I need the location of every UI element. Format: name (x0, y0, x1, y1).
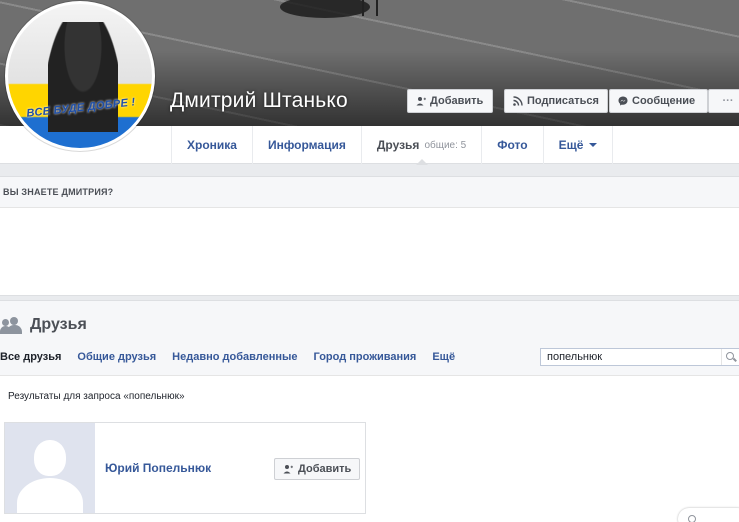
subscribe-label: Подписаться (527, 95, 599, 107)
more-button[interactable]: ··· (708, 89, 739, 113)
tab-photos-label: Фото (497, 138, 528, 152)
friend-name-link[interactable]: Юрий Попельнюк (105, 461, 211, 475)
tab-friends-label: Друзья (376, 138, 420, 152)
cover-figure (280, 0, 370, 18)
avatar-image: ВСЕ БУДЕ ДОБРЕ ! (8, 4, 152, 148)
search-results-caption: Результаты для запроса «попельнюк» (8, 391, 185, 402)
friends-heading: Друзья (0, 316, 87, 334)
tab-friends-mutual: общие: 5 (424, 139, 467, 151)
friends-filter-tabs: Все друзья Общие друзья Недавно добавлен… (0, 351, 471, 363)
know-section: ВЫ ЗНАЕТЕ ДМИТРИЯ? (0, 176, 739, 296)
message-label: Сообщение (632, 95, 696, 107)
filter-all-friends[interactable]: Все друзья (0, 351, 61, 363)
chevron-down-icon (589, 143, 598, 147)
friend-result-card: Юрий Попельнюк Добавить (4, 422, 366, 514)
friend-add-button[interactable]: Добавить (274, 458, 361, 480)
messenger-icon (618, 96, 628, 106)
tab-friends[interactable]: Друзья общие: 5 (360, 126, 481, 165)
friends-search-input[interactable] (541, 349, 721, 365)
friend-add-label: Добавить (298, 463, 352, 475)
friends-header: Друзья Все друзья Общие друзья Недавно д… (0, 301, 739, 376)
chat-bar[interactable] (678, 508, 739, 522)
filter-hometown[interactable]: Город проживания (314, 351, 417, 363)
tab-about-label: Информация (267, 138, 346, 152)
profile-avatar[interactable]: ВСЕ БУДЕ ДОБРЕ ! (5, 1, 155, 151)
message-button[interactable]: Сообщение (609, 89, 708, 113)
filter-recently-added[interactable]: Недавно добавленные (172, 351, 297, 363)
tab-timeline-label: Хроника (187, 138, 237, 152)
cover-chair (362, 0, 378, 16)
add-friend-icon (283, 465, 293, 474)
profile-page: Дмитрий Штанько Добавить Подписаться Соо… (0, 0, 739, 522)
friends-title: Друзья (30, 316, 87, 333)
friends-icon (0, 317, 22, 334)
filter-mutual-friends[interactable]: Общие друзья (77, 351, 156, 363)
profile-name[interactable]: Дмитрий Штанько (170, 89, 348, 113)
friends-search (540, 348, 739, 366)
tab-more-label: Ещё (558, 138, 584, 152)
chat-icon (688, 515, 696, 522)
rss-icon (513, 96, 523, 106)
add-friend-icon (416, 97, 426, 106)
add-friend-label: Добавить (430, 95, 484, 107)
tab-timeline[interactable]: Хроника (171, 126, 252, 164)
search-icon[interactable] (721, 349, 739, 365)
profile-tabs: Хроника Информация Друзья общие: 5 Фото … (171, 126, 614, 165)
add-friend-button[interactable]: Добавить (407, 89, 493, 113)
friend-avatar[interactable] (5, 423, 95, 513)
tab-about[interactable]: Информация (251, 126, 361, 164)
friends-section: Друзья Все друзья Общие друзья Недавно д… (0, 300, 739, 522)
tab-more[interactable]: Ещё (542, 126, 614, 164)
tab-photos[interactable]: Фото (481, 126, 542, 164)
filter-more[interactable]: Ещё (432, 351, 455, 363)
subscribe-button[interactable]: Подписаться (504, 89, 608, 113)
know-title: ВЫ ЗНАЕТЕ ДМИТРИЯ? (0, 177, 739, 208)
more-label: ··· (722, 95, 734, 107)
